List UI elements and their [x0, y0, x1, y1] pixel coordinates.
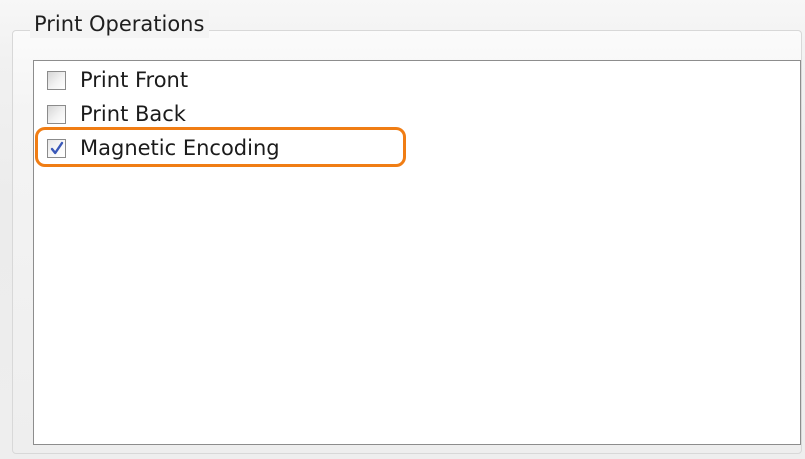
print-front-label[interactable]: Print Front [80, 66, 188, 94]
print-back-label[interactable]: Print Back [80, 100, 186, 128]
magnetic-encoding-label[interactable]: Magnetic Encoding [80, 134, 280, 162]
option-print-front[interactable]: Print Front [47, 65, 188, 95]
print-front-checkbox[interactable] [47, 70, 66, 90]
print-back-checkbox[interactable] [47, 104, 66, 124]
group-title: Print Operations [30, 10, 210, 38]
checkmark-icon [50, 141, 64, 154]
option-magnetic-encoding[interactable]: Magnetic Encoding [47, 133, 280, 163]
magnetic-encoding-checkbox[interactable] [47, 138, 66, 158]
option-print-back[interactable]: Print Back [47, 99, 186, 129]
